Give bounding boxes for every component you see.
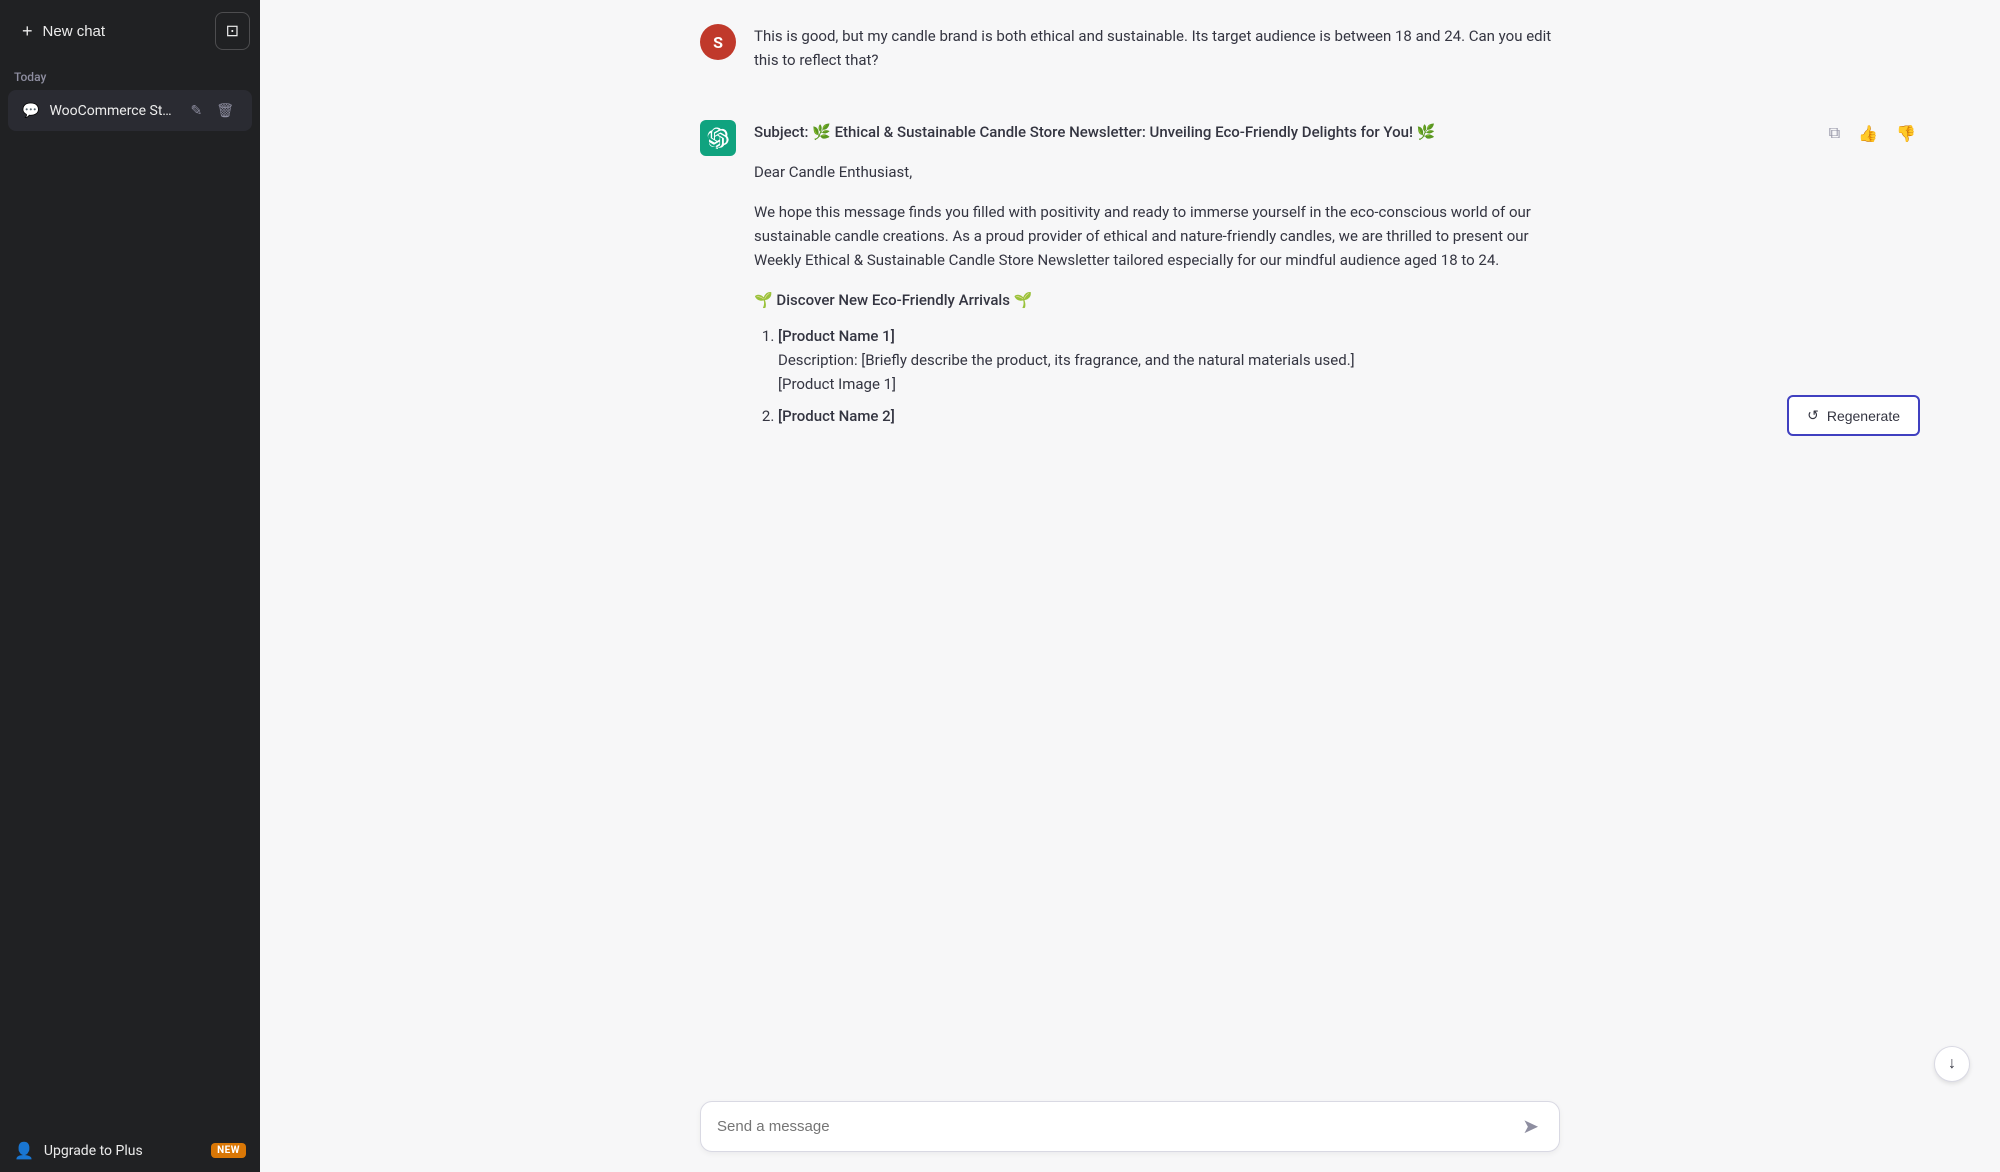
sidebar-item-woocommerce[interactable]: 💬 WooCommerce Store ✎ 🗑 [8,90,252,131]
user-message-row: S This is good, but my candle brand is b… [700,24,1560,72]
send-button[interactable]: ➤ [1518,1114,1543,1139]
openai-logo [707,127,729,149]
today-section-label: Today [0,62,260,88]
assistant-message-row: Subject: 🌿 Ethical & Sustainable Candle … [700,120,1560,436]
copy-button[interactable]: ⧉ [1825,120,1844,148]
user-avatar: S [700,24,736,60]
layout-toggle-button[interactable]: ⊡ [215,12,250,50]
message-input[interactable] [717,1118,1518,1135]
product-1-name: [Product Name 1] [778,324,1560,348]
main-chat-area: S This is good, but my candle brand is b… [260,0,2000,1172]
assistant-avatar [700,120,736,156]
email-body: We hope this message finds you filled wi… [754,200,1560,272]
edit-chat-button[interactable]: ✎ [186,100,206,121]
person-icon: 👤 [14,1141,34,1160]
sidebar: + New chat ⊡ Today 💬 WooCommerce Store ✎… [0,0,260,1172]
thumbs-down-button[interactable]: 👎 [1892,120,1920,148]
new-chat-button[interactable]: + New chat [10,13,207,50]
user-message-content: This is good, but my candle brand is bot… [754,24,1560,72]
regenerate-label: Regenerate [1827,408,1900,424]
user-avatar-letter: S [713,33,723,52]
input-area: ➤ [260,1085,2000,1172]
product-list: [Product Name 1] Description: [Briefly d… [778,324,1560,428]
delete-chat-button[interactable]: 🗑 [212,100,238,121]
assistant-message-content: Subject: 🌿 Ethical & Sustainable Candle … [754,120,1560,436]
user-message-text: This is good, but my candle brand is bot… [754,24,1560,72]
regenerate-button[interactable]: ↺ Regenerate [1787,395,1920,436]
layout-icon: ⊡ [226,21,239,41]
message-actions: ⧉ 👍 👎 [1825,120,1920,148]
chat-item-label: WooCommerce Store [49,103,176,119]
plus-icon: + [22,21,33,42]
user-message-wrapper: S This is good, but my candle brand is b… [260,0,2000,96]
product-2-name: [Product Name 2] [778,404,1560,428]
product-1-image: [Product Image 1] [778,372,1560,396]
email-greeting: Dear Candle Enthusiast, [754,160,1560,184]
upgrade-label: Upgrade to Plus [44,1143,201,1159]
sidebar-top: + New chat ⊡ [0,0,260,62]
scroll-down-icon: ↓ [1948,1055,1956,1073]
list-item: [Product Name 2] [778,404,1560,428]
chat-bubble-icon: 💬 [22,103,39,119]
chat-item-actions: ✎ 🗑 [186,100,238,121]
email-subject: Subject: 🌿 Ethical & Sustainable Candle … [754,120,1560,144]
new-badge: NEW [211,1143,246,1158]
chat-messages: S This is good, but my candle brand is b… [260,0,2000,1085]
product-1-description: Description: [Briefly describe the produ… [778,348,1560,372]
send-icon: ➤ [1522,1114,1539,1139]
message-input-box: ➤ [700,1101,1560,1152]
assistant-message-wrapper: Subject: 🌿 Ethical & Sustainable Candle … [260,96,2000,460]
new-chat-label: New chat [43,23,106,40]
upgrade-footer[interactable]: 👤 Upgrade to Plus NEW [0,1129,260,1172]
regenerate-icon: ↺ [1807,407,1819,424]
scroll-down-button[interactable]: ↓ [1934,1046,1970,1082]
thumbs-up-button[interactable]: 👍 [1854,120,1882,148]
list-item: [Product Name 1] Description: [Briefly d… [778,324,1560,396]
section-header: 🌱 Discover New Eco-Friendly Arrivals 🌱 [754,288,1560,312]
